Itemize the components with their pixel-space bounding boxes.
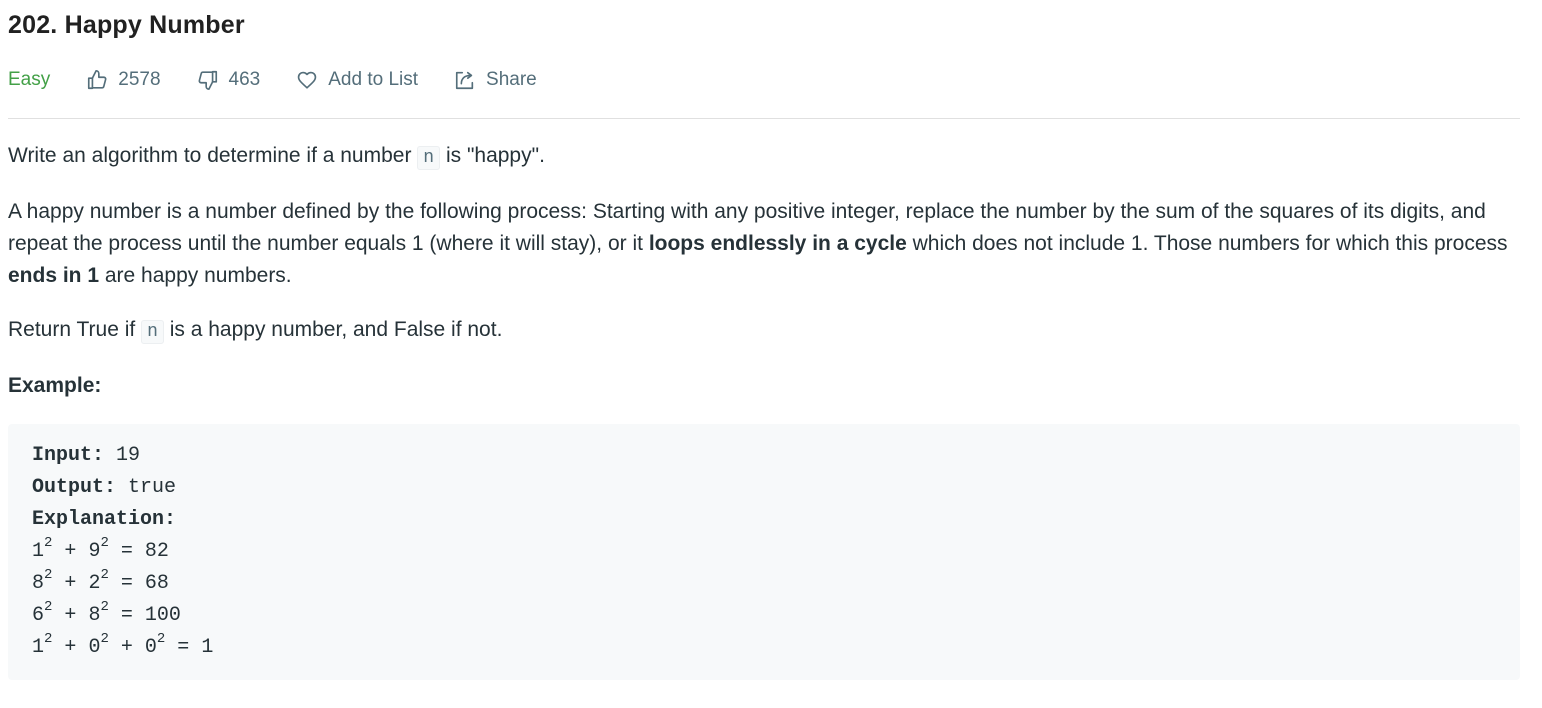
example-heading: Example: (8, 374, 102, 397)
exponent: 2 (156, 631, 166, 648)
plus-operator: + (52, 540, 89, 563)
text-segment: Write an algorithm to determine if a num… (8, 144, 418, 167)
input-label: Input: (32, 444, 105, 467)
exponent: 2 (100, 535, 109, 552)
base-digit: 1 (32, 540, 45, 563)
dislike-count: 463 (228, 69, 261, 90)
base-digit: 0 (144, 636, 157, 659)
exponent: 2 (100, 599, 109, 616)
equals-operator: = (108, 540, 145, 563)
base-digit: 2 (88, 572, 101, 595)
text-segment: Return True if (8, 318, 142, 341)
add-to-list-button[interactable]: Add to List (296, 69, 418, 91)
equals-operator: = (165, 636, 202, 659)
step-result: 82 (144, 540, 169, 563)
explanation-step: 12 + 92 = 82 (32, 536, 1496, 568)
difficulty-badge: Easy (8, 69, 51, 90)
inline-code: n (417, 146, 441, 170)
heart-icon (297, 71, 317, 89)
inline-code: n (141, 320, 164, 344)
thumbs-up-icon (88, 70, 107, 90)
plus-operator: + (52, 572, 89, 595)
base-digit: 9 (88, 540, 101, 563)
output-label: Output: (32, 476, 117, 499)
problem-meta-bar: Easy 2578 463 Add to List Share (8, 66, 537, 94)
description-paragraph-1: Write an algorithm to determine if a num… (8, 140, 1520, 174)
text-segment: is a happy number, and False if not. (163, 318, 503, 341)
share-label: Share (486, 69, 537, 90)
problem-description: Write an algorithm to determine if a num… (8, 140, 1520, 424)
exponent: 2 (100, 631, 109, 648)
exponent: 2 (44, 567, 53, 584)
plus-operator: + (108, 636, 145, 659)
exponent: 2 (44, 631, 53, 648)
add-to-list-label: Add to List (328, 69, 419, 90)
like-count: 2578 (118, 69, 161, 90)
input-value: 19 (104, 444, 141, 467)
header-divider (8, 118, 1520, 119)
problem-title: 202. Happy Number (8, 11, 245, 39)
base-digit: 0 (88, 636, 101, 659)
base-digit: 8 (88, 604, 101, 627)
text-segment: which does not include 1. Those numbers … (906, 232, 1508, 255)
explanation-step: 82 + 22 = 68 (32, 568, 1496, 600)
share-button[interactable]: Share (454, 69, 537, 91)
explanation-step: 12 + 02 + 02 = 1 (32, 632, 1496, 664)
step-result: 1 (201, 636, 214, 659)
bold-text: ends in 1 (8, 264, 100, 287)
equals-operator: = (108, 604, 145, 627)
explanation-step: 62 + 82 = 100 (32, 600, 1496, 632)
step-result: 100 (144, 604, 181, 627)
step-result: 68 (144, 572, 169, 595)
problem-page: 202. Happy Number Easy 2578 463 Add to L… (0, 0, 1542, 708)
plus-operator: + (52, 636, 89, 659)
exponent: 2 (44, 599, 53, 616)
thumbs-down-icon (198, 70, 217, 90)
plus-operator: + (52, 604, 89, 627)
explanation-label: Explanation: (32, 508, 177, 531)
base-digit: 8 (32, 572, 45, 595)
example-input-line: Input: 19 (32, 440, 1496, 472)
description-paragraph-3: Return True if n is a happy number, and … (8, 314, 1520, 348)
output-value: true (116, 476, 177, 499)
base-digit: 6 (32, 604, 45, 627)
bold-text: loops endlessly in a cycle (648, 232, 907, 255)
exponent: 2 (100, 567, 109, 584)
base-digit: 1 (32, 636, 45, 659)
example-explanation-label-line: Explanation: (32, 504, 1496, 536)
example-output-line: Output: true (32, 472, 1496, 504)
share-icon (455, 71, 474, 90)
text-segment: is "happy". (440, 144, 545, 167)
description-paragraph-2: A happy number is a number defined by th… (8, 196, 1520, 292)
like-button[interactable]: 2578 (86, 69, 161, 91)
text-segment: are happy numbers. (99, 264, 292, 287)
equals-operator: = (108, 572, 145, 595)
example-code-block: Input: 19 Output: true Explanation: 12 +… (8, 424, 1520, 680)
dislike-button[interactable]: 463 (197, 69, 261, 91)
exponent: 2 (44, 535, 53, 552)
